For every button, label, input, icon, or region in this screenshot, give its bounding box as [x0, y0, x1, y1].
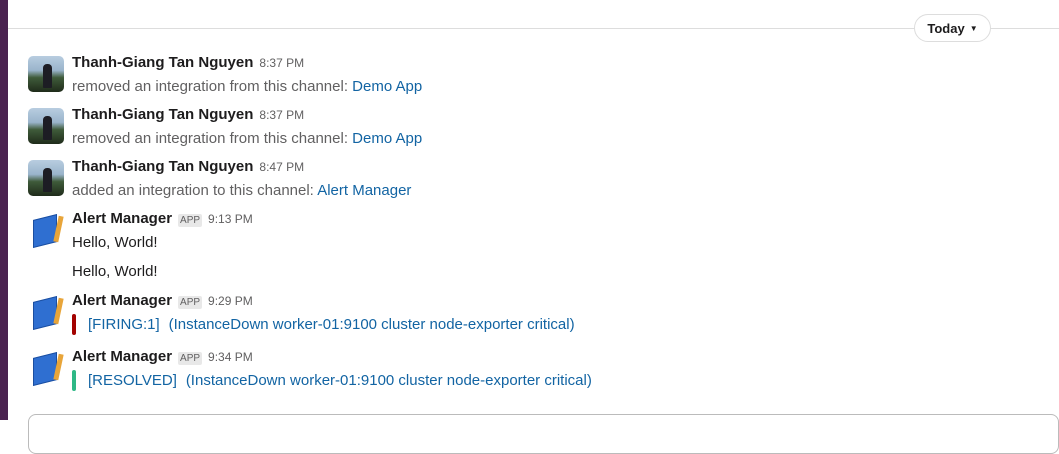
divider — [8, 28, 1059, 29]
alert-status-link[interactable]: [RESOLVED] — [88, 372, 177, 389]
alert-detail-link[interactable]: (InstanceDown worker-01:9100 cluster nod… — [186, 372, 592, 389]
timestamp[interactable]: 9:34 PM — [208, 350, 253, 364]
avatar[interactable] — [28, 108, 64, 144]
message-text: Hello, World! — [72, 263, 158, 280]
timestamp[interactable]: 9:29 PM — [208, 294, 253, 308]
date-label: Today — [927, 20, 965, 36]
date-divider-button[interactable]: Today ▼ — [914, 14, 991, 42]
author-name[interactable]: Alert Manager — [72, 292, 172, 309]
author-name[interactable]: Thanh-Giang Tan Nguyen — [72, 158, 253, 175]
resolved-color-bar — [72, 370, 76, 391]
integration-link[interactable]: Demo App — [352, 130, 422, 147]
author-name[interactable]: Alert Manager — [72, 348, 172, 365]
app-badge: APP — [178, 214, 203, 227]
alert-attachment: [RESOLVED] (InstanceDown worker-01:9100 … — [72, 370, 592, 391]
app-avatar-icon[interactable] — [28, 212, 64, 248]
author-name[interactable]: Thanh-Giang Tan Nguyen — [72, 54, 253, 71]
message-text: removed an integration from this channel… — [72, 78, 348, 95]
avatar[interactable] — [28, 56, 64, 92]
app-badge: APP — [178, 296, 203, 309]
message-text: removed an integration from this channel… — [72, 130, 348, 147]
firing-color-bar — [72, 314, 76, 335]
author-name[interactable]: Alert Manager — [72, 210, 172, 227]
avatar[interactable] — [28, 160, 64, 196]
alert-status-link[interactable]: [FIRING:1] — [88, 316, 160, 333]
integration-link[interactable]: Demo App — [352, 78, 422, 95]
timestamp[interactable]: 8:47 PM — [259, 160, 304, 174]
timestamp[interactable]: 9:13 PM — [208, 212, 253, 226]
alert-attachment: [FIRING:1] (InstanceDown worker-01:9100 … — [72, 314, 575, 335]
message-text: Hello, World! — [72, 234, 158, 251]
app-badge: APP — [178, 352, 203, 365]
message-composer[interactable] — [28, 414, 1059, 454]
author-name[interactable]: Thanh-Giang Tan Nguyen — [72, 106, 253, 123]
alert-detail-link[interactable]: (InstanceDown worker-01:9100 cluster nod… — [169, 316, 575, 333]
app-avatar-icon[interactable] — [28, 294, 64, 330]
workspace-sidebar-edge — [0, 0, 8, 420]
app-avatar-icon[interactable] — [28, 350, 64, 386]
timestamp[interactable]: 8:37 PM — [259, 56, 304, 70]
chevron-down-icon: ▼ — [969, 23, 978, 33]
integration-link[interactable]: Alert Manager — [317, 182, 411, 199]
timestamp[interactable]: 8:37 PM — [259, 108, 304, 122]
message-text: added an integration to this channel: — [72, 182, 314, 199]
